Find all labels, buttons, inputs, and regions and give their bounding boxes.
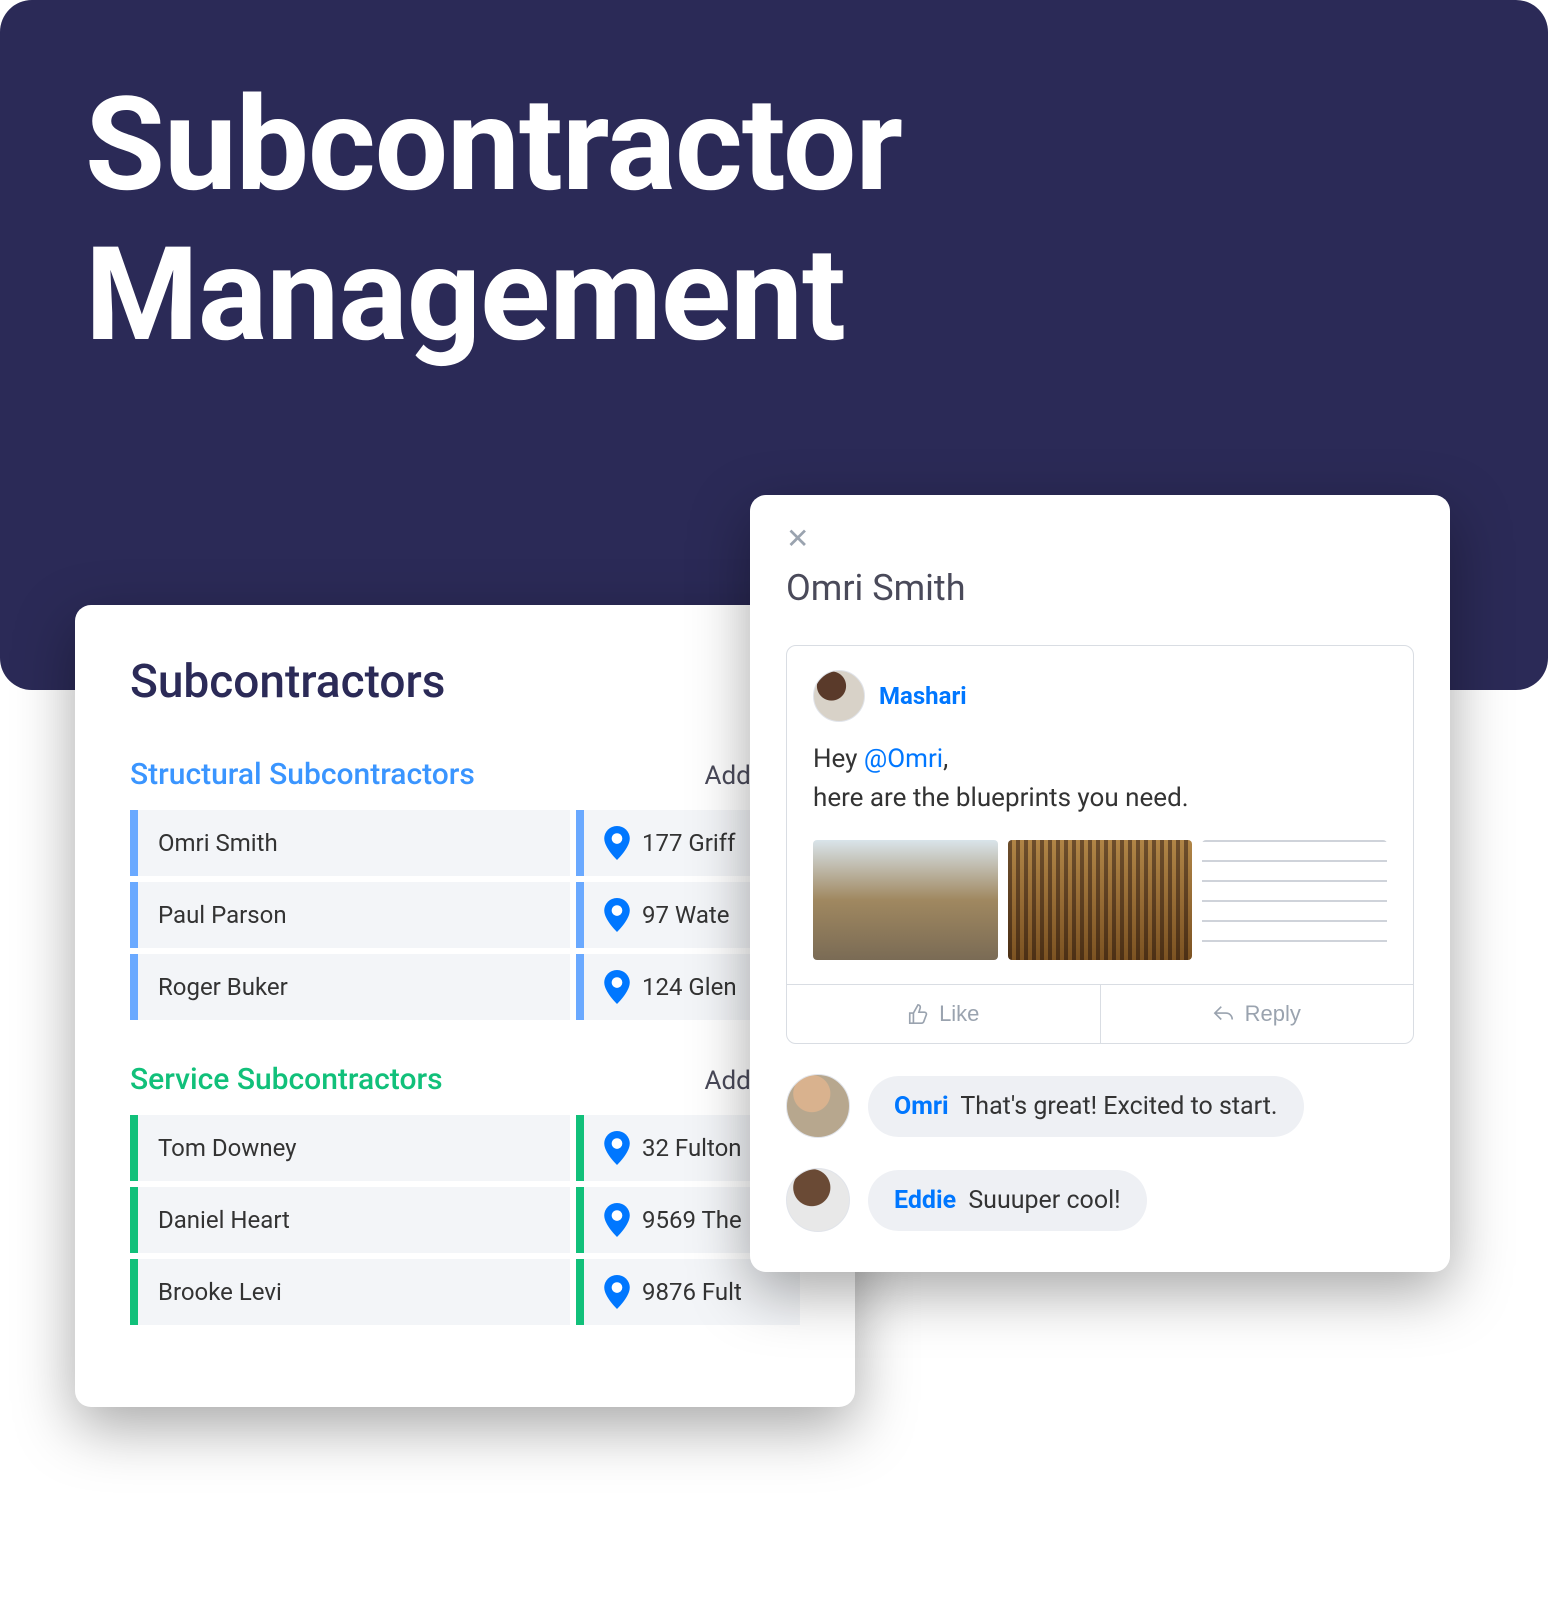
contractor-name: Tom Downey xyxy=(130,1115,570,1181)
contractor-address: 177 Griff xyxy=(642,829,735,857)
map-pin-icon xyxy=(604,898,630,932)
post-text: Hey @Omri, here are the blueprints you n… xyxy=(813,740,1387,818)
post-author-name[interactable]: Mashari xyxy=(879,682,967,710)
subcontractors-panel: Subcontractors Structural Subcontractors… xyxy=(75,605,855,1407)
hero-title: Subcontractor Management xyxy=(85,70,1463,369)
group-title-structural: Structural Subcontractors xyxy=(130,757,475,792)
map-pin-icon xyxy=(604,970,630,1004)
reply-bubble: Eddie Suuuper cool! xyxy=(868,1170,1147,1231)
avatar xyxy=(813,670,865,722)
table-row[interactable]: Paul Parson 97 Wate xyxy=(130,882,800,948)
table-row[interactable]: Roger Buker 124 Glen xyxy=(130,954,800,1020)
like-button[interactable]: Like xyxy=(787,985,1100,1043)
table-row[interactable]: Tom Downey 32 Fulton xyxy=(130,1115,800,1181)
reply-item: Omri That's great! Excited to start. xyxy=(786,1074,1414,1138)
table-row[interactable]: Brooke Levi 9876 Fult xyxy=(130,1259,800,1325)
reply-author[interactable]: Omri xyxy=(894,1092,949,1121)
panel-title: Subcontractors xyxy=(130,655,800,709)
thumbs-up-icon xyxy=(907,1003,929,1025)
group-structural: Structural Subcontractors Address Omri S… xyxy=(130,757,800,1020)
reply-button[interactable]: Reply xyxy=(1100,985,1414,1043)
contractor-name: Daniel Heart xyxy=(130,1187,570,1253)
reply-item: Eddie Suuuper cool! xyxy=(786,1168,1414,1232)
attachment-thumb[interactable] xyxy=(813,840,998,960)
contractor-name: Paul Parson xyxy=(130,882,570,948)
reply-text: Suuuper cool! xyxy=(968,1186,1120,1215)
contractor-address: 9569 The xyxy=(642,1206,742,1234)
post-card: Mashari Hey @Omri, here are the blueprin… xyxy=(786,645,1414,1044)
map-pin-icon xyxy=(604,826,630,860)
attachment-thumbnails xyxy=(813,840,1387,960)
reply-text: That's great! Excited to start. xyxy=(960,1092,1277,1121)
map-pin-icon xyxy=(604,1275,630,1309)
contractor-address: 97 Wate xyxy=(642,901,729,929)
group-title-service: Service Subcontractors xyxy=(130,1062,443,1097)
close-icon[interactable]: ✕ xyxy=(786,525,809,553)
table-row[interactable]: Daniel Heart 9569 The xyxy=(130,1187,800,1253)
map-pin-icon xyxy=(604,1131,630,1165)
contractor-name: Roger Buker xyxy=(130,954,570,1020)
attachment-thumb[interactable] xyxy=(1202,840,1387,960)
avatar xyxy=(786,1074,850,1138)
table-row[interactable]: Omri Smith 177 Griff xyxy=(130,810,800,876)
reply-bubble: Omri That's great! Excited to start. xyxy=(868,1076,1304,1137)
attachment-thumb[interactable] xyxy=(1008,840,1193,960)
contractor-address: 32 Fulton xyxy=(642,1134,742,1162)
chat-panel: ✕ Omri Smith Mashari Hey @Omri, here are… xyxy=(750,495,1450,1272)
chat-title: Omri Smith xyxy=(786,567,1414,609)
avatar xyxy=(786,1168,850,1232)
contractor-address: 9876 Fult xyxy=(642,1278,742,1306)
contractor-address: 124 Glen xyxy=(642,973,737,1001)
group-service: Service Subcontractors Address Tom Downe… xyxy=(130,1062,800,1325)
contractor-name: Omri Smith xyxy=(130,810,570,876)
mention[interactable]: @Omri xyxy=(864,744,943,774)
reply-author[interactable]: Eddie xyxy=(894,1186,956,1215)
reply-arrow-icon xyxy=(1213,1003,1235,1025)
contractor-name: Brooke Levi xyxy=(130,1259,570,1325)
map-pin-icon xyxy=(604,1203,630,1237)
